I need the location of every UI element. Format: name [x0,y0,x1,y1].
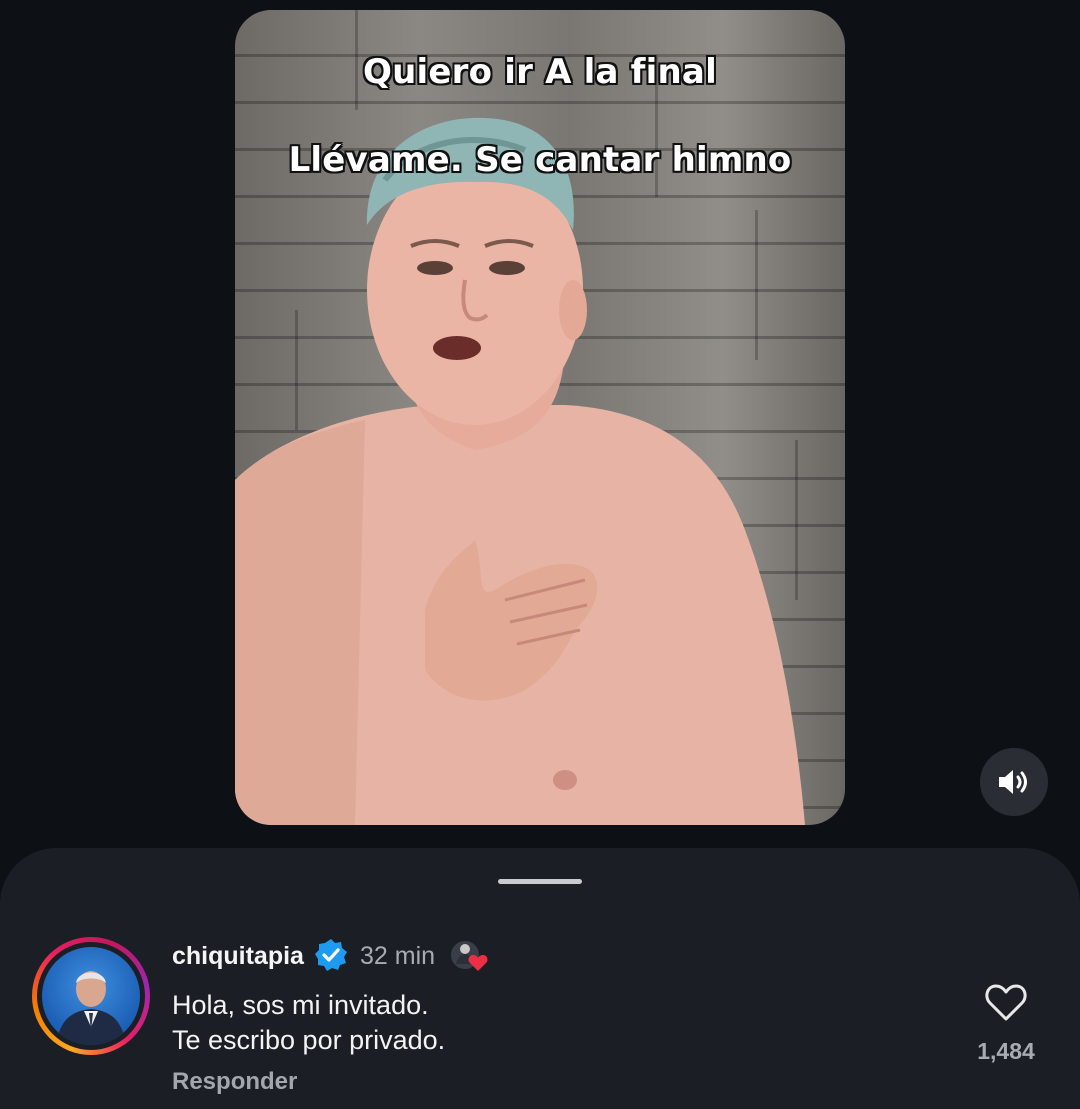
avatar-person-image [56,971,126,1045]
avatar [42,947,140,1045]
app-screen: Quiero ir A la final Llévame. Se cantar … [0,0,1080,1109]
sheet-drag-handle[interactable] [498,879,582,884]
reply-button[interactable]: Responder [172,1068,297,1096]
video-caption-line-2: Llévame. Se cantar himno [288,140,792,180]
heart-outline-icon[interactable] [984,982,1028,1022]
video-player[interactable]: Quiero ir A la final Llévame. Se cantar … [235,10,845,825]
sound-toggle-button[interactable] [980,748,1048,816]
comment-username[interactable]: chiquitapia [172,942,304,971]
creator-liked-heart-icon [449,939,488,971]
comment-text-line-1: Hola, sos mi invitado. [172,990,429,1020]
verified-badge-icon [315,939,347,971]
video-caption-line-1: Quiero ir A la final [363,52,717,92]
speaker-icon [999,770,1027,794]
comment-text-line-2: Te escribo por privado. [172,1025,446,1055]
comment-text: Hola, sos mi invitado. Te escribo por pr… [172,988,445,1058]
comment-timestamp: 32 min [360,942,436,970]
video-frame-person [235,117,805,825]
story-ring-avatar[interactable] [32,937,150,1055]
comments-sheet: chiquitapia 32 min Hola, sos mi invitado… [0,848,1080,1109]
like-count: 1,484 [977,1038,1035,1064]
